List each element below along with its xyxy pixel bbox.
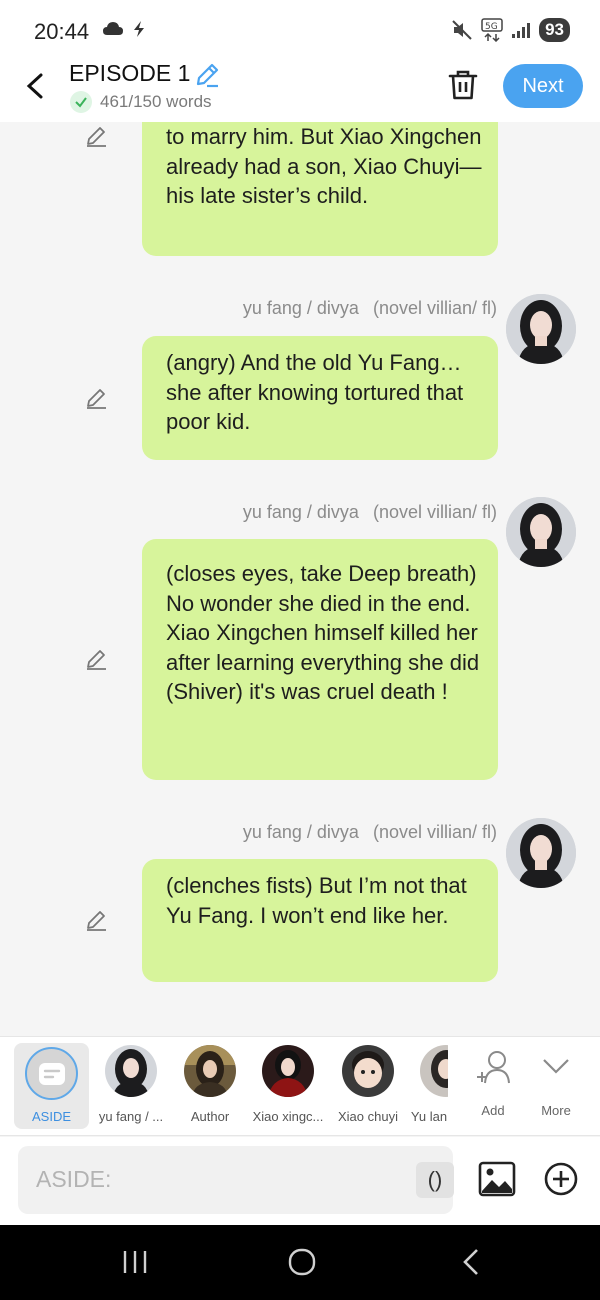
pencil-icon (87, 911, 106, 931)
status-bar: 20:44 5G 93 (0, 0, 600, 58)
status-right-icons: 5G 93 (451, 18, 570, 42)
flash-icon (134, 21, 144, 37)
character-label: Yu lan (410, 1109, 448, 1124)
speaker-name: yu fang / divya (242, 298, 359, 318)
message-bubble[interactable]: (angry) And the old Yu Fang… she after k… (142, 336, 498, 460)
speaker-label: yu fang / divya (novel villian/ fl) (243, 298, 497, 319)
chat-area[interactable]: to marry him. But Xiao Xingchen already … (0, 122, 600, 1036)
message-bubble[interactable]: to marry him. But Xiao Xingchen already … (142, 122, 498, 256)
character-bar: ASIDE yu fang / ... Author Xiao xingc...… (0, 1036, 600, 1136)
message-input-box[interactable]: () (18, 1146, 454, 1214)
parentheses-button[interactable]: () (416, 1162, 454, 1198)
message-bubble[interactable]: (closes eyes, take Deep breath) No wonde… (142, 539, 498, 780)
recent-apps-icon (123, 1251, 147, 1273)
message-bubble[interactable]: (clenches fists) But I’m not that Yu Fan… (142, 859, 498, 982)
svg-text:5G: 5G (485, 22, 498, 32)
add-character-button[interactable]: Add (461, 1037, 525, 1137)
character-label: Xiao xingc... (252, 1109, 324, 1124)
character-author[interactable]: Author (170, 1037, 250, 1137)
edit-message-button[interactable] (84, 386, 108, 415)
speaker-name: yu fang / divya (242, 822, 359, 842)
character-aside[interactable]: ASIDE (14, 1043, 89, 1129)
check-icon (70, 91, 92, 113)
status-time: 20:44 (34, 19, 90, 44)
plus-circle-icon (544, 1162, 578, 1196)
avatar (262, 1045, 314, 1097)
avatar[interactable] (506, 497, 576, 567)
speaker-label: yu fang / divya (novel villian/ fl) (243, 822, 497, 843)
character-xiao-chuyi[interactable]: Xiao chuyi (328, 1037, 408, 1137)
back-icon (463, 1249, 478, 1275)
avatar (420, 1045, 448, 1097)
pencil-icon (87, 389, 106, 409)
recent-apps-button[interactable] (122, 1247, 148, 1282)
more-button[interactable]: More (524, 1037, 588, 1137)
aside-bubble-icon (25, 1047, 78, 1100)
add-label: Add (481, 1103, 505, 1118)
edit-message-button[interactable] (84, 908, 108, 937)
avatar[interactable] (506, 294, 576, 364)
network-5g-icon: 5G (481, 18, 503, 42)
speaker-role: (novel villian/ fl) (372, 822, 497, 842)
mute-icon (452, 20, 472, 40)
next-button[interactable]: Next (503, 64, 583, 108)
home-button[interactable] (287, 1247, 317, 1282)
system-nav-bar (0, 1225, 600, 1300)
image-icon (478, 1161, 516, 1197)
speaker-label: yu fang / divya (novel villian/ fl) (243, 502, 497, 523)
avatar[interactable] (506, 818, 576, 888)
delete-button[interactable] (447, 68, 479, 107)
speaker-role: (novel villian/ fl) (372, 502, 497, 522)
episode-title: EPISODE 1 (69, 60, 191, 86)
character-label: yu fang / ... (98, 1109, 164, 1124)
word-count-row: 461/150 words (70, 91, 212, 113)
edit-title-button[interactable] (193, 61, 221, 94)
pencil-icon (196, 63, 219, 88)
chevron-down-icon (543, 1059, 569, 1074)
avatar (184, 1045, 236, 1097)
battery-indicator: 93 (539, 18, 570, 42)
pencil-icon (87, 127, 106, 147)
speaker-name: yu fang / divya (242, 502, 359, 522)
word-count: 461/150 words (100, 92, 212, 111)
insert-image-button[interactable] (478, 1161, 516, 1202)
trash-icon (448, 70, 478, 100)
pencil-icon (87, 650, 106, 670)
back-button[interactable] (20, 68, 50, 104)
input-row: () (0, 1137, 600, 1225)
character-label: Author (190, 1109, 230, 1124)
avatar (342, 1045, 394, 1097)
header: EPISODE 1 461/150 words Next (0, 58, 600, 122)
home-icon (288, 1248, 316, 1276)
speaker-role: (novel villian/ fl) (372, 298, 497, 318)
back-nav-button[interactable] (460, 1247, 482, 1282)
chevron-left-icon (26, 73, 43, 99)
edit-message-button[interactable] (84, 647, 108, 676)
message-input[interactable] (36, 1166, 376, 1193)
cloud-icon (103, 22, 123, 35)
more-label: More (541, 1103, 571, 1118)
character-yu-lan[interactable]: Yu lan (404, 1037, 448, 1137)
character-label: Xiao chuyi (338, 1109, 398, 1124)
status-left-icons (102, 20, 146, 38)
add-user-icon (477, 1051, 510, 1084)
character-yu-fang[interactable]: yu fang / ... (91, 1037, 171, 1137)
add-content-button[interactable] (543, 1161, 579, 1202)
character-label: ASIDE (31, 1109, 71, 1124)
signal-icon (512, 23, 531, 38)
character-xiao-xingchen[interactable]: Xiao xingc... (248, 1037, 328, 1137)
edit-message-button[interactable] (84, 124, 108, 153)
avatar (105, 1045, 157, 1097)
